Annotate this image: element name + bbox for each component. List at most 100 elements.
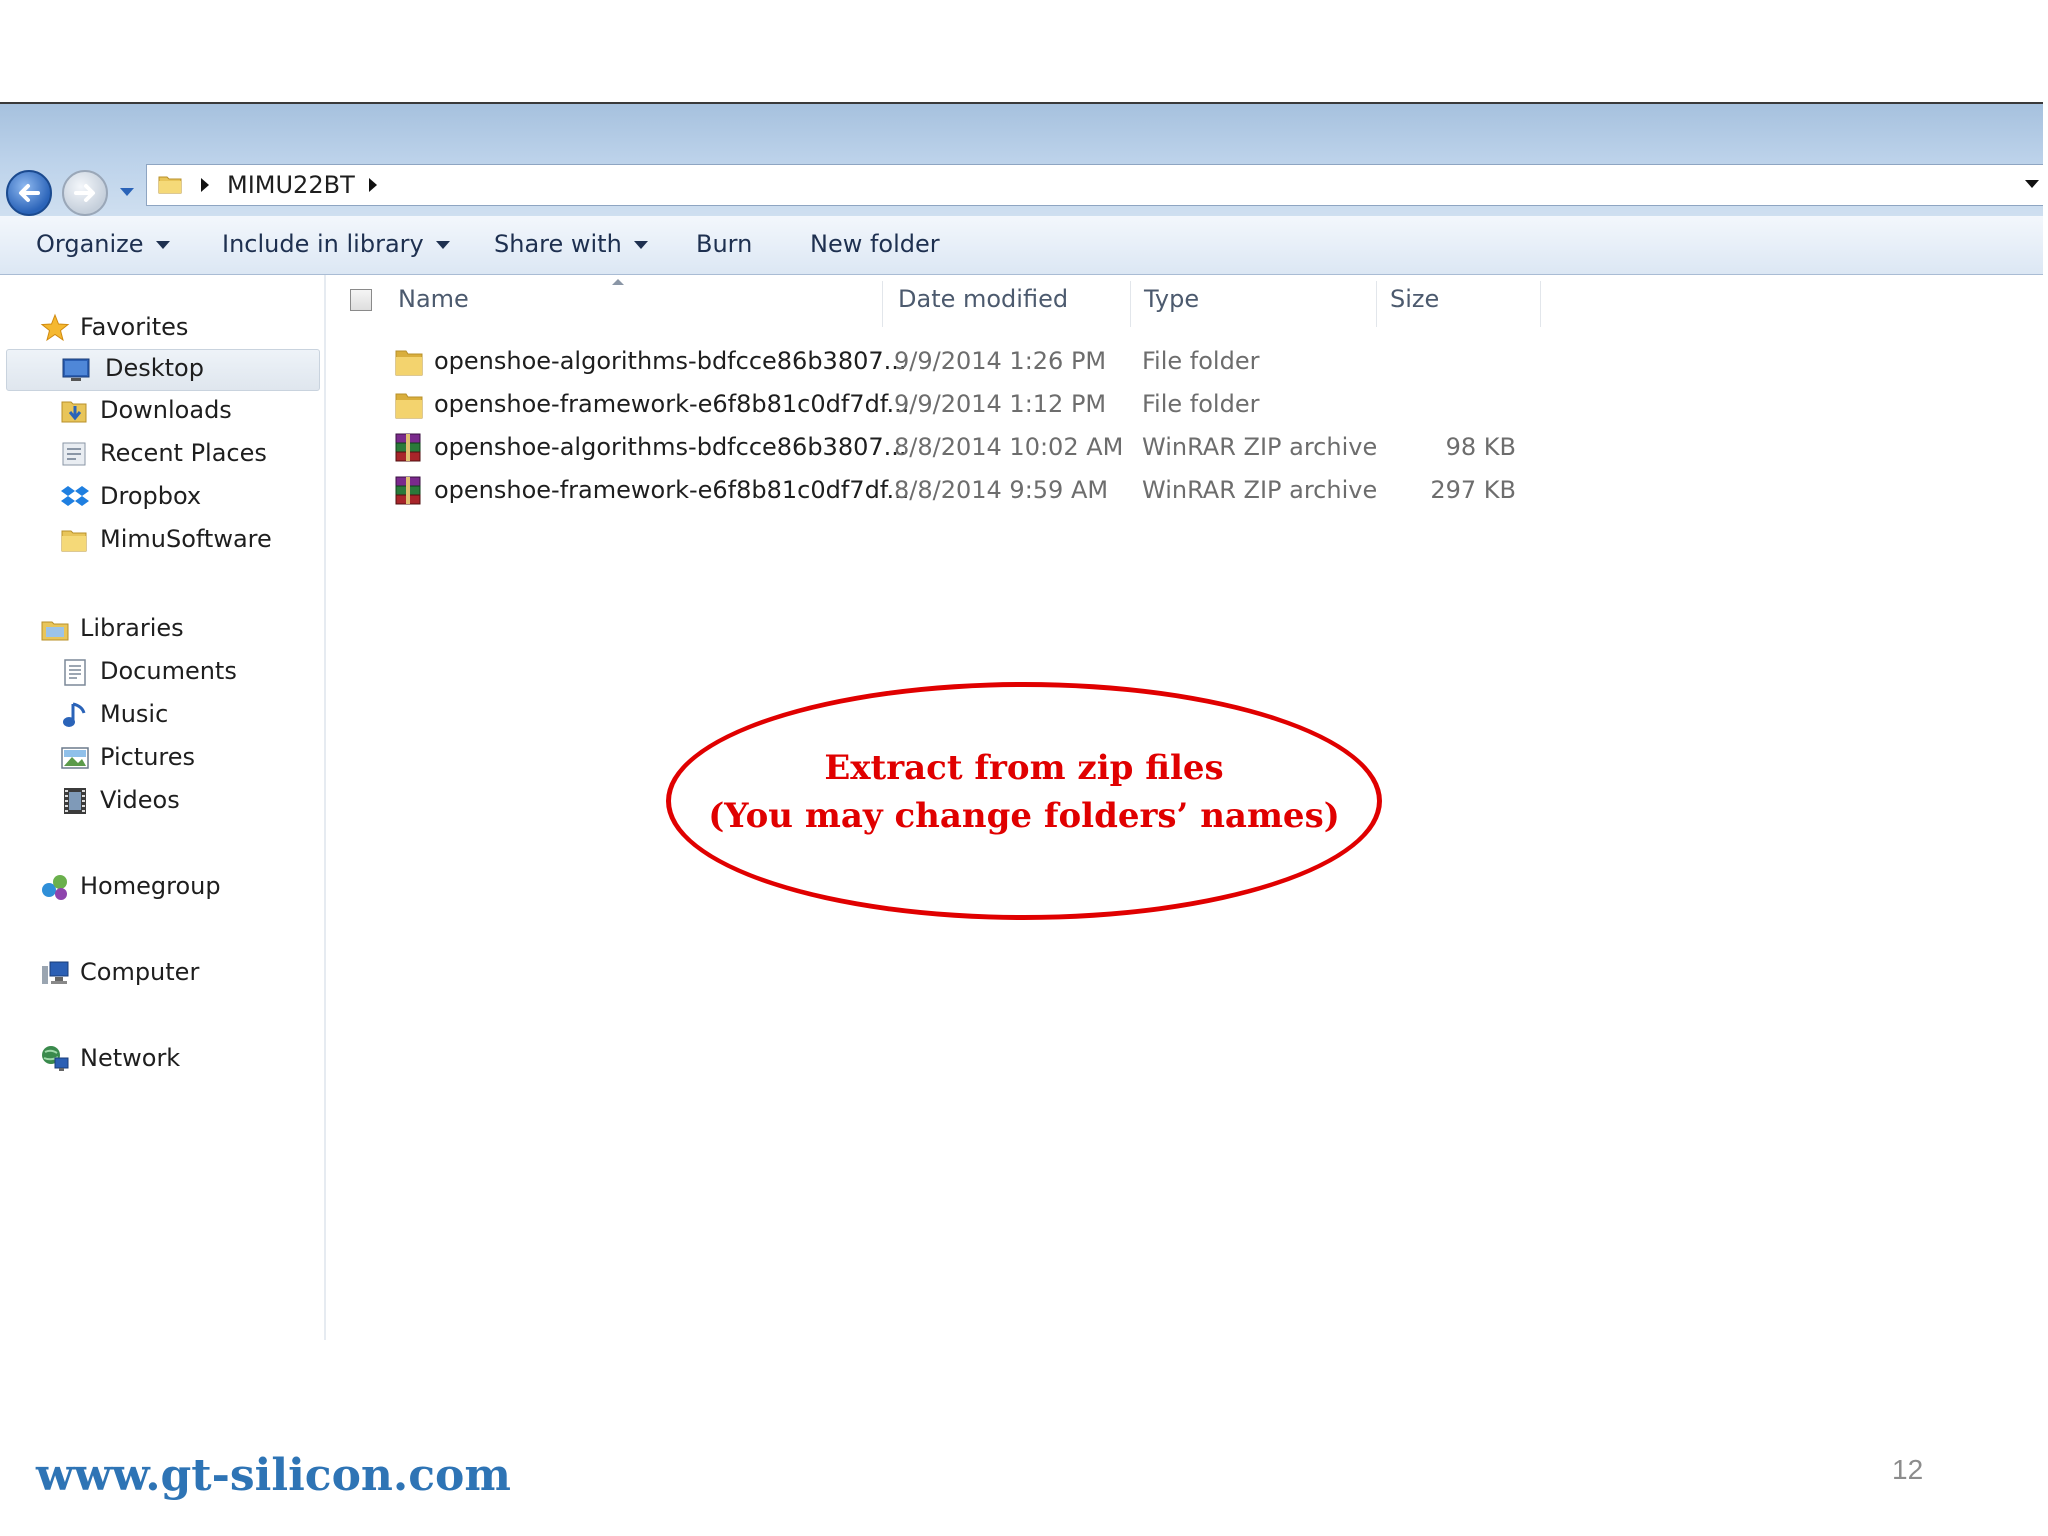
nav-libraries[interactable]: Libraries	[40, 610, 300, 650]
new-folder-button[interactable]: New folder	[810, 230, 940, 258]
nav-network-label: Network	[80, 1044, 181, 1072]
file-name: openshoe-framework-e6f8b81c0df7df...	[434, 390, 910, 418]
file-date-modified: 9/9/2014 1:12 PM	[894, 390, 1107, 418]
address-bar[interactable]: MIMU22BT	[146, 164, 2043, 206]
file-name: openshoe-algorithms-bdfcce86b3807...	[434, 347, 907, 375]
address-dropdown-icon[interactable]	[2025, 180, 2039, 188]
nav-item-downloads[interactable]: Downloads	[60, 392, 300, 432]
file-type: WinRAR ZIP archive	[1142, 433, 1378, 461]
select-all-checkbox[interactable]	[350, 289, 372, 311]
include-in-library-label: Include in library	[222, 230, 424, 258]
computer-icon	[42, 961, 69, 984]
folder-icon	[395, 393, 423, 419]
desktop-icon	[62, 358, 90, 381]
column-divider[interactable]	[1540, 281, 1541, 327]
file-size: 297 KB	[1430, 476, 1516, 504]
file-type: File folder	[1142, 347, 1260, 375]
slide-page-number: 12	[1892, 1454, 1924, 1485]
dropbox-icon	[61, 486, 89, 506]
file-type: WinRAR ZIP archive	[1142, 476, 1378, 504]
recent-places-icon	[62, 442, 86, 466]
breadcrumb-separator-icon[interactable]	[369, 178, 377, 192]
file-name: openshoe-algorithms-bdfcce86b3807...	[434, 433, 907, 461]
file-row[interactable]: openshoe-algorithms-bdfcce86b3807... 8/8…	[392, 427, 1592, 469]
nav-favorites-label: Favorites	[80, 313, 189, 341]
nav-computer-label: Computer	[80, 958, 200, 986]
nav-item-label: Desktop	[105, 354, 204, 382]
file-name: openshoe-framework-e6f8b81c0df7df...	[434, 476, 910, 504]
folder-icon	[61, 530, 87, 552]
column-header-type[interactable]: Type	[1144, 285, 1364, 325]
recent-pages-dropdown-icon[interactable]	[118, 186, 136, 198]
callout-text: Extract from zip files (You may change f…	[666, 744, 1382, 840]
share-with-label: Share with	[494, 230, 622, 258]
forward-button[interactable]	[62, 170, 108, 216]
footer-website: www.gt-silicon.com	[36, 1450, 511, 1501]
videos-icon	[64, 788, 86, 814]
breadcrumb-separator-icon[interactable]	[201, 178, 209, 192]
column-header-name[interactable]: Name	[398, 285, 798, 325]
include-in-library-button[interactable]: Include in library	[222, 230, 450, 258]
nav-item-music[interactable]: Music	[60, 696, 300, 736]
navigation-pane: Favorites Desktop Downloads Recent Place…	[0, 275, 326, 1340]
chevron-down-icon	[633, 241, 648, 249]
back-arrow-icon	[19, 184, 40, 202]
nav-item-recent-places[interactable]: Recent Places	[60, 435, 300, 475]
callout-line-1: Extract from zip files	[824, 748, 1224, 788]
nav-item-label: Downloads	[100, 396, 232, 424]
pictures-icon	[61, 747, 89, 769]
file-size: 98 KB	[1445, 433, 1516, 461]
music-icon	[63, 702, 86, 727]
winrar-archive-icon	[395, 433, 421, 462]
column-header-date-modified[interactable]: Date modified	[898, 285, 1118, 325]
nav-item-videos[interactable]: Videos	[60, 782, 300, 822]
nav-network[interactable]: Network	[40, 1040, 300, 1080]
folder-icon	[158, 176, 182, 194]
star-icon	[40, 313, 70, 342]
chevron-down-icon	[435, 241, 450, 249]
nav-item-mimusoftware[interactable]: MimuSoftware	[60, 521, 300, 561]
nav-item-label: Recent Places	[100, 439, 267, 467]
file-date-modified: 8/8/2014 9:59 AM	[894, 476, 1109, 504]
nav-item-pictures[interactable]: Pictures	[60, 739, 300, 779]
breadcrumb-mimu22bt[interactable]: MIMU22BT	[227, 171, 355, 199]
nav-homegroup[interactable]: Homegroup	[40, 868, 300, 908]
file-date-modified: 8/8/2014 10:02 AM	[894, 433, 1124, 461]
window-title-bar	[0, 104, 2043, 160]
back-button[interactable]	[6, 170, 52, 216]
documents-icon	[64, 659, 86, 686]
column-divider[interactable]	[882, 281, 883, 327]
nav-item-documents[interactable]: Documents	[60, 653, 300, 693]
nav-item-label: MimuSoftware	[100, 525, 272, 553]
file-row[interactable]: openshoe-framework-e6f8b81c0df7df... 9/9…	[392, 384, 1592, 426]
downloads-folder-icon	[61, 401, 87, 423]
column-header-size[interactable]: Size	[1390, 285, 1530, 325]
nav-favorites[interactable]: Favorites	[40, 309, 300, 349]
file-date-modified: 9/9/2014 1:26 PM	[894, 347, 1107, 375]
nav-item-label: Pictures	[100, 743, 196, 771]
burn-button[interactable]: Burn	[696, 230, 752, 258]
nav-computer[interactable]: Computer	[40, 954, 300, 994]
nav-libraries-label: Libraries	[80, 614, 184, 642]
libraries-icon	[41, 621, 69, 641]
folder-icon	[395, 350, 423, 376]
column-divider[interactable]	[1376, 281, 1377, 327]
share-with-button[interactable]: Share with	[494, 230, 648, 258]
file-row[interactable]: openshoe-framework-e6f8b81c0df7df... 8/8…	[392, 470, 1592, 512]
organize-label: Organize	[36, 230, 144, 258]
file-row[interactable]: openshoe-algorithms-bdfcce86b3807... 9/9…	[392, 341, 1592, 383]
nav-homegroup-label: Homegroup	[80, 872, 221, 900]
command-bar: Organize Include in library Share with B…	[0, 216, 2043, 275]
column-divider[interactable]	[1130, 281, 1131, 327]
nav-item-desktop[interactable]: Desktop	[6, 349, 320, 391]
callout-line-2: (You may change folders’ names)	[708, 796, 1340, 836]
file-type: File folder	[1142, 390, 1260, 418]
winrar-archive-icon	[395, 476, 421, 505]
forward-arrow-icon	[74, 184, 95, 202]
nav-item-label: Documents	[100, 657, 237, 685]
nav-item-label: Dropbox	[100, 482, 202, 510]
homegroup-icon	[42, 875, 67, 900]
organize-button[interactable]: Organize	[36, 230, 170, 258]
nav-item-label: Music	[100, 700, 169, 728]
nav-item-dropbox[interactable]: Dropbox	[60, 478, 300, 518]
